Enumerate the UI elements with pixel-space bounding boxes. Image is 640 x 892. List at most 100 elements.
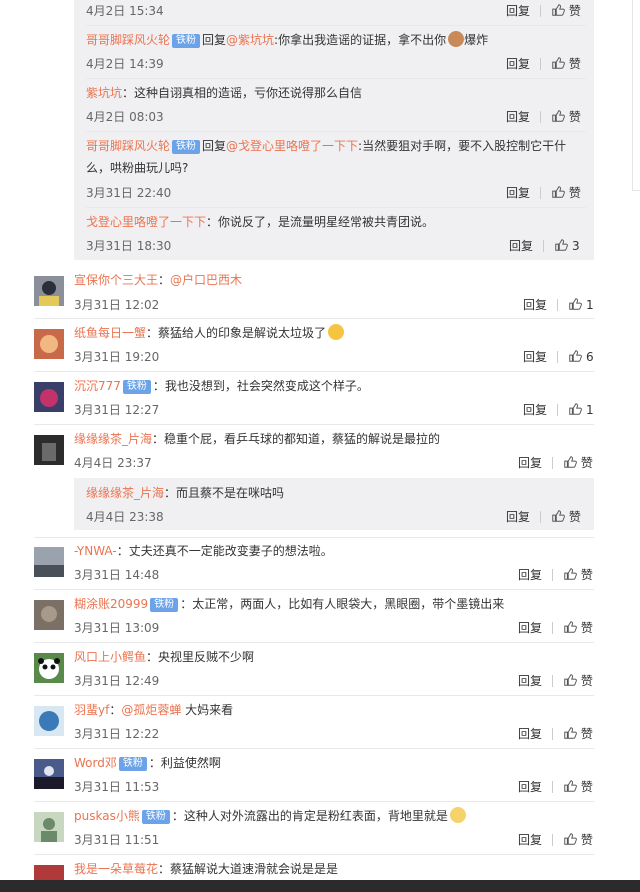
like-button[interactable]: 6 bbox=[568, 350, 594, 364]
like-button[interactable]: 1 bbox=[568, 298, 594, 312]
reply-username[interactable]: 紫坑坑 bbox=[86, 86, 122, 100]
avatar[interactable] bbox=[34, 865, 64, 880]
comment-text: 我是一朵草莓花：蔡猛解说大道速滑就会说是是是 bbox=[74, 858, 594, 880]
reply-button[interactable]: 回复 bbox=[518, 456, 542, 470]
like-button[interactable]: 赞 bbox=[551, 110, 581, 124]
comment-actions: 回复 赞 bbox=[518, 619, 593, 636]
comment-username[interactable]: 沉沉777 bbox=[74, 379, 121, 393]
reply-text: 缘缘缘茶_片海：而且蔡不是在咪咕吗 bbox=[86, 482, 586, 504]
comment-username[interactable]: Word邓 bbox=[74, 756, 117, 770]
comment-time: 3月31日 12:22 bbox=[74, 727, 160, 741]
avatar[interactable] bbox=[34, 382, 64, 412]
reply-text: 哥哥脚踩风火轮 铁粉 回复@紫坑坑:你拿出我造谣的证据，拿不出你 爆炸 bbox=[86, 29, 586, 51]
thumbs-up-icon bbox=[564, 833, 577, 845]
comment-actions: 回复 赞 bbox=[518, 778, 593, 795]
avatar-image bbox=[34, 865, 64, 880]
avatar[interactable] bbox=[34, 600, 64, 630]
avatar[interactable] bbox=[34, 329, 64, 359]
like-button[interactable]: 赞 bbox=[563, 674, 593, 688]
reply-time: 4月2日 15:34 bbox=[86, 4, 164, 18]
avatar[interactable] bbox=[34, 759, 64, 789]
avatar[interactable] bbox=[34, 435, 64, 465]
reply-username[interactable]: 哥哥脚踩风火轮 bbox=[86, 139, 170, 153]
comment-content: ：蔡猛给人的印象是解说太垃圾了 bbox=[146, 326, 327, 340]
panda-avatar-image bbox=[34, 653, 64, 683]
face-emoji-icon bbox=[448, 31, 465, 47]
like-button[interactable]: 赞 bbox=[563, 780, 593, 794]
reply-button[interactable]: 回复 bbox=[518, 833, 542, 847]
reply-button[interactable]: 回复 bbox=[518, 568, 542, 582]
like-button[interactable]: 赞 bbox=[563, 833, 593, 847]
like-button[interactable]: 赞 bbox=[563, 568, 593, 582]
comment-time: 3月31日 11:53 bbox=[74, 780, 160, 794]
reply-actions: 回复 赞 bbox=[506, 508, 581, 525]
reply-button[interactable]: 回复 bbox=[518, 674, 542, 688]
mention-link[interactable]: @戈登心里咯噔了一下下 bbox=[226, 139, 358, 153]
like-button[interactable]: 赞 bbox=[551, 4, 581, 18]
bottom-bar bbox=[0, 880, 640, 892]
comment-page: 4月2日 15:34 回复 赞 哥哥脚踩风火轮 铁粉 回复@紫坑坑:你拿出我造谣的证… bbox=[0, 0, 640, 892]
reply-username[interactable]: 戈登心里咯噔了一下下 bbox=[86, 215, 206, 229]
reply-button[interactable]: 回复 bbox=[523, 298, 547, 312]
reply-button[interactable]: 回复 bbox=[518, 621, 542, 635]
reply-button[interactable]: 回复 bbox=[509, 239, 533, 253]
like-button[interactable]: 赞 bbox=[551, 510, 581, 524]
comment-username[interactable]: 我是一朵草莓花 bbox=[74, 862, 158, 876]
comment-username[interactable]: 纸鱼每日一蟹 bbox=[74, 326, 146, 340]
reply-button[interactable]: 回复 bbox=[523, 403, 547, 417]
comment-username[interactable]: 羽蜚yf bbox=[74, 703, 109, 717]
divider bbox=[34, 371, 594, 372]
mention-link[interactable]: @户口巴西木 bbox=[170, 273, 242, 287]
comment-text: 纸鱼每日一蟹：蔡猛给人的印象是解说太垃圾了 bbox=[74, 322, 594, 344]
comment-time: 3月31日 12:27 bbox=[74, 403, 160, 417]
comment-time: 3月31日 13:09 bbox=[74, 621, 160, 635]
like-button[interactable]: 赞 bbox=[563, 456, 593, 470]
comment-username[interactable]: -YNWA- bbox=[74, 544, 117, 558]
avatar-image bbox=[34, 329, 64, 359]
comment-text: 风口上小鳄鱼：央视里反贼不少啊 bbox=[74, 646, 594, 668]
avatar-image bbox=[34, 600, 64, 630]
avatar[interactable] bbox=[34, 812, 64, 842]
like-button[interactable]: 赞 bbox=[551, 186, 581, 200]
like-button[interactable]: 1 bbox=[568, 403, 594, 417]
like-button[interactable]: 赞 bbox=[551, 57, 581, 71]
reply-actions: 回复 赞 bbox=[506, 55, 581, 72]
reply-button[interactable]: 回复 bbox=[518, 727, 542, 741]
comment-username[interactable]: puskas小熊 bbox=[74, 809, 140, 823]
reply-button[interactable]: 回复 bbox=[523, 350, 547, 364]
thumbs-up-icon bbox=[569, 298, 582, 310]
reply-text: 紫坑坑：这种自诩真相的造谣，亏你还说得那么自信 bbox=[86, 82, 586, 104]
mention-link[interactable]: @紫坑坑 bbox=[226, 33, 274, 47]
like-label: 赞 bbox=[580, 833, 593, 847]
reply-button[interactable]: 回复 bbox=[506, 510, 530, 524]
avatar-image bbox=[34, 706, 64, 736]
reply-button[interactable]: 回复 bbox=[506, 57, 530, 71]
comment-content-tail: 大妈来看 bbox=[181, 703, 234, 717]
comment-username[interactable]: 风口上小鳄鱼 bbox=[74, 650, 146, 664]
comment-username[interactable]: 糊涂账20999 bbox=[74, 597, 148, 611]
avatar[interactable] bbox=[34, 706, 64, 736]
avatar[interactable] bbox=[34, 547, 64, 577]
reply-button[interactable]: 回复 bbox=[518, 780, 542, 794]
reply-actions: 回复 赞 bbox=[506, 2, 581, 19]
reply-button[interactable]: 回复 bbox=[506, 186, 530, 200]
mention-link[interactable]: @孤炬蓉蝉 bbox=[121, 703, 181, 717]
avatar-image bbox=[34, 382, 64, 412]
thumbs-up-icon bbox=[552, 110, 565, 122]
comment-username[interactable]: 缘缘缘茶_片海 bbox=[74, 432, 152, 446]
comment-username[interactable]: 宣保你个三大王 bbox=[74, 273, 158, 287]
divider bbox=[34, 748, 594, 749]
comment-time: 3月31日 19:20 bbox=[74, 350, 160, 364]
like-button[interactable]: 赞 bbox=[563, 621, 593, 635]
avatar-image bbox=[34, 759, 64, 789]
avatar[interactable] bbox=[34, 653, 64, 683]
reply-content-line2: 么，哄粉曲玩儿吗? bbox=[86, 161, 189, 175]
reply-username[interactable]: 哥哥脚踩风火轮 bbox=[86, 33, 170, 47]
comment-text: 缘缘缘茶_片海：稳重个屁，看乒乓球的都知道，蔡猛的解说是最拉的 bbox=[74, 428, 594, 450]
like-button[interactable]: 3 bbox=[554, 239, 580, 253]
like-button[interactable]: 赞 bbox=[563, 727, 593, 741]
avatar[interactable] bbox=[34, 276, 64, 306]
reply-button[interactable]: 回复 bbox=[506, 4, 530, 18]
reply-button[interactable]: 回复 bbox=[506, 110, 530, 124]
reply-username[interactable]: 缘缘缘茶_片海 bbox=[86, 486, 164, 500]
